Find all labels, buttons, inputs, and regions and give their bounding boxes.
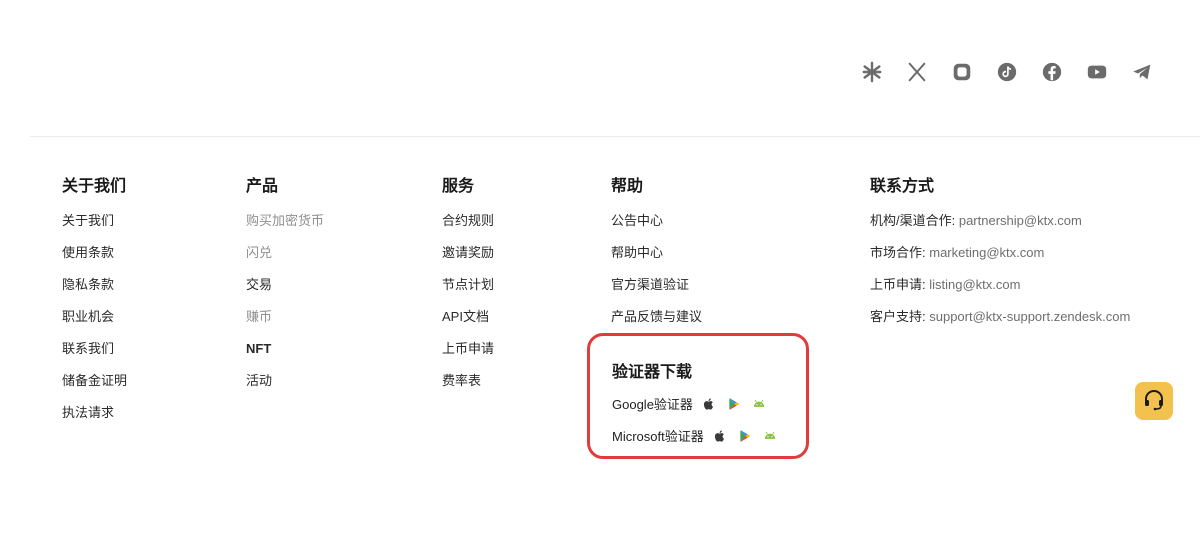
authenticator-title: 验证器下载 (612, 364, 693, 381)
footer-col-help: 帮助 公告中心 帮助中心 官方渠道验证 产品反馈与建议 (611, 176, 702, 340)
authenticator-download-box: 验证器下载 Google验证器 Microsoft验证器 (587, 333, 809, 459)
contact-support[interactable]: 客户支持: support@ktx-support.zendesk.com (870, 308, 1130, 340)
link-contact-us[interactable]: 联系我们 (62, 340, 127, 372)
link-about-us[interactable]: 关于我们 (62, 212, 127, 244)
link-help-center[interactable]: 帮助中心 (611, 244, 702, 276)
social-links (860, 60, 1154, 84)
link-convert[interactable]: 闪兑 (246, 244, 324, 276)
tiktok-icon[interactable] (995, 60, 1019, 84)
facebook-icon[interactable] (1040, 60, 1064, 84)
link-contract-rules[interactable]: 合约规则 (442, 212, 494, 244)
customer-support-button[interactable] (1135, 382, 1173, 420)
link-law-enforcement[interactable]: 执法请求 (62, 404, 127, 436)
link-proof-of-reserves[interactable]: 储备金证明 (62, 372, 127, 404)
link-careers[interactable]: 职业机会 (62, 308, 127, 340)
microsoft-authenticator-row: Microsoft验证器 (612, 426, 787, 445)
contact-listing[interactable]: 上币申请: listing@ktx.com (870, 276, 1130, 308)
microsoft-authenticator-label: Microsoft验证器 (612, 429, 704, 444)
link-official-verification[interactable]: 官方渠道验证 (611, 276, 702, 308)
instagram-icon[interactable] (950, 60, 974, 84)
apple-icon[interactable] (712, 428, 728, 444)
link-trade[interactable]: 交易 (246, 276, 324, 308)
android-icon[interactable] (751, 396, 767, 412)
google-authenticator-label: Google验证器 (612, 397, 693, 412)
footer-col-products: 产品 购买加密货币 闪兑 交易 赚币 NFT 活动 (246, 176, 324, 404)
contact-email[interactable]: marketing@ktx.com (929, 245, 1044, 260)
link-announcements[interactable]: 公告中心 (611, 212, 702, 244)
telegram-icon[interactable] (1130, 60, 1154, 84)
linktree-icon[interactable] (860, 60, 884, 84)
link-terms[interactable]: 使用条款 (62, 244, 127, 276)
link-events[interactable]: 活动 (246, 372, 324, 404)
google-authenticator-row: Google验证器 (612, 394, 776, 413)
link-node-program[interactable]: 节点计划 (442, 276, 494, 308)
contact-marketing[interactable]: 市场合作: marketing@ktx.com (870, 244, 1130, 276)
contact-email[interactable]: listing@ktx.com (929, 277, 1020, 292)
x-icon[interactable] (905, 60, 929, 84)
col-title-services: 服务 (442, 178, 475, 195)
link-nft[interactable]: NFT (246, 340, 324, 372)
contact-label: 客户支持: (870, 309, 930, 324)
contact-label: 上币申请: (870, 277, 930, 292)
contact-email[interactable]: support@ktx-support.zendesk.com (929, 309, 1130, 324)
youtube-icon[interactable] (1085, 60, 1109, 84)
contact-partnership[interactable]: 机构/渠道合作: partnership@ktx.com (870, 212, 1130, 244)
link-privacy[interactable]: 隐私条款 (62, 276, 127, 308)
footer-col-about: 关于我们 关于我们 使用条款 隐私条款 职业机会 联系我们 储备金证明 执法请求 (62, 176, 127, 436)
android-icon[interactable] (762, 428, 778, 444)
google-play-icon[interactable] (737, 428, 753, 444)
apple-icon[interactable] (701, 396, 717, 412)
col-title-products: 产品 (246, 178, 279, 195)
col-title-about: 关于我们 (62, 178, 127, 195)
link-referral[interactable]: 邀请奖励 (442, 244, 494, 276)
footer-col-contact: 联系方式 机构/渠道合作: partnership@ktx.com 市场合作: … (870, 176, 1130, 340)
link-buy-crypto[interactable]: 购买加密货币 (246, 212, 324, 244)
contact-label: 机构/渠道合作: (870, 213, 959, 228)
col-title-contact: 联系方式 (870, 178, 935, 195)
contact-email[interactable]: partnership@ktx.com (959, 213, 1082, 228)
link-earn[interactable]: 赚币 (246, 308, 324, 340)
google-play-icon[interactable] (726, 396, 742, 412)
footer-col-services: 服务 合约规则 邀请奖励 节点计划 API文档 上币申请 费率表 (442, 176, 494, 404)
link-api-docs[interactable]: API文档 (442, 308, 494, 340)
col-title-help: 帮助 (611, 178, 644, 195)
link-fees[interactable]: 费率表 (442, 372, 494, 404)
footer-divider (30, 136, 1200, 137)
link-listing-application[interactable]: 上币申请 (442, 340, 494, 372)
headset-icon (1142, 387, 1166, 416)
contact-label: 市场合作: (870, 245, 930, 260)
